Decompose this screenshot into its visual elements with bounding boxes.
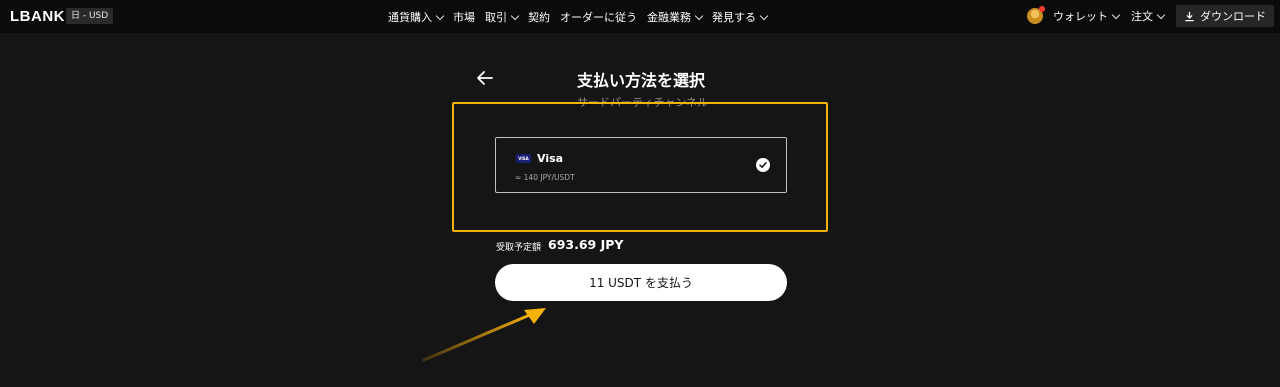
nav-item-markets[interactable]: 市場 bbox=[453, 9, 475, 25]
pay-button[interactable]: 11 USDT を支払う bbox=[495, 264, 787, 301]
nav-item-label: 市場 bbox=[453, 11, 475, 24]
nav-item-copy-trading[interactable]: オーダーに従う bbox=[560, 9, 637, 25]
annotation-arrow-icon bbox=[422, 308, 546, 362]
chevron-down-icon bbox=[435, 11, 445, 20]
download-label: ダウンロード bbox=[1200, 10, 1266, 23]
expected-receive-label: 受取予定額 bbox=[496, 243, 542, 253]
nav-item-label: 発見する bbox=[712, 11, 756, 24]
nav-item-futures[interactable]: 契約 bbox=[528, 9, 550, 25]
lbank-logo[interactable]: LBANK bbox=[10, 8, 65, 25]
download-button[interactable]: ダウンロード bbox=[1176, 5, 1274, 27]
back-arrow-icon[interactable] bbox=[475, 69, 495, 87]
chevron-down-icon bbox=[694, 11, 704, 20]
orders-label: 注文 bbox=[1131, 10, 1153, 23]
nav-item-label: 金融業務 bbox=[647, 11, 691, 24]
orders-menu[interactable]: 注文 bbox=[1131, 8, 1166, 24]
language-currency-selector[interactable]: 日 - USD bbox=[66, 8, 114, 24]
payment-method-name: Visa bbox=[537, 152, 564, 165]
notification-dot bbox=[1039, 6, 1045, 12]
visa-card-icon: VISA bbox=[516, 154, 531, 163]
download-icon bbox=[1185, 11, 1194, 21]
payment-method-option-visa[interactable]: VISA Visa ≈ 140 JPY/USDT bbox=[495, 137, 787, 193]
wallet-label: ウォレット bbox=[1053, 10, 1108, 23]
payment-method-rate: ≈ 140 JPY/USDT bbox=[515, 173, 575, 182]
expected-receive-value: 693.69 JPY bbox=[548, 237, 624, 252]
nav-item-label: 契約 bbox=[528, 11, 550, 24]
chevron-down-icon bbox=[510, 11, 520, 20]
check-circle-icon bbox=[756, 158, 770, 172]
chevron-down-icon bbox=[1156, 10, 1166, 19]
chevron-down-icon bbox=[759, 11, 769, 20]
chevron-down-icon bbox=[1111, 10, 1121, 19]
nav-item-trade[interactable]: 取引 bbox=[485, 9, 520, 25]
nav-item-label: 取引 bbox=[485, 11, 507, 24]
main-nav: 通貨購入 市場 取引 契約 オーダーに従う 金融業務 発見する bbox=[388, 9, 777, 25]
top-navigation-bar: LBANK 日 - USD 通貨購入 市場 取引 契約 オーダーに従う 金融業務… bbox=[0, 0, 1280, 33]
nav-item-label: 通貨購入 bbox=[388, 11, 432, 24]
nav-item-buy-crypto[interactable]: 通貨購入 bbox=[388, 9, 445, 25]
nav-item-label: オーダーに従う bbox=[560, 11, 637, 24]
page-title: 支払い方法を選択 bbox=[577, 71, 706, 90]
user-nav: ウォレット 注文 ダウンロード bbox=[1027, 5, 1280, 27]
wallet-menu[interactable]: ウォレット bbox=[1053, 8, 1121, 24]
avatar[interactable] bbox=[1027, 6, 1045, 24]
nav-item-discover[interactable]: 発見する bbox=[712, 9, 769, 25]
nav-item-finance[interactable]: 金融業務 bbox=[647, 9, 704, 25]
